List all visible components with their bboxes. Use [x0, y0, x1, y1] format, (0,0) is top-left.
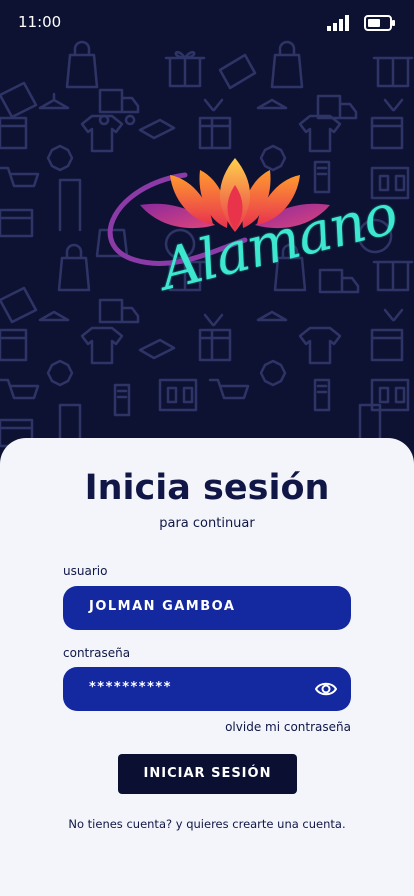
signup-link[interactable]: No tienes cuenta? y quieres crearte una …: [0, 817, 414, 831]
page-title: Inicia sesión: [84, 468, 330, 508]
hero-header: 11:00 Alamano: [0, 0, 414, 470]
page-subtitle: para continuar: [159, 516, 255, 531]
status-bar: 11:00: [0, 0, 414, 44]
password-field[interactable]: **********: [63, 667, 351, 711]
signal-icon: [327, 15, 349, 31]
login-card: Inicia sesión para continuar usuario JOL…: [0, 438, 414, 896]
forgot-password-link[interactable]: olvide mi contraseña: [225, 720, 351, 734]
battery-icon: [364, 15, 395, 31]
username-value: JOLMAN GAMBOA: [89, 599, 236, 614]
password-label: contraseña: [63, 646, 131, 660]
login-button[interactable]: INICIAR SESIÓN: [118, 754, 297, 794]
status-time: 11:00: [18, 13, 62, 31]
eye-icon[interactable]: [315, 680, 337, 698]
username-label: usuario: [63, 564, 108, 578]
username-field[interactable]: JOLMAN GAMBOA: [63, 586, 351, 630]
password-value: **********: [89, 680, 172, 695]
